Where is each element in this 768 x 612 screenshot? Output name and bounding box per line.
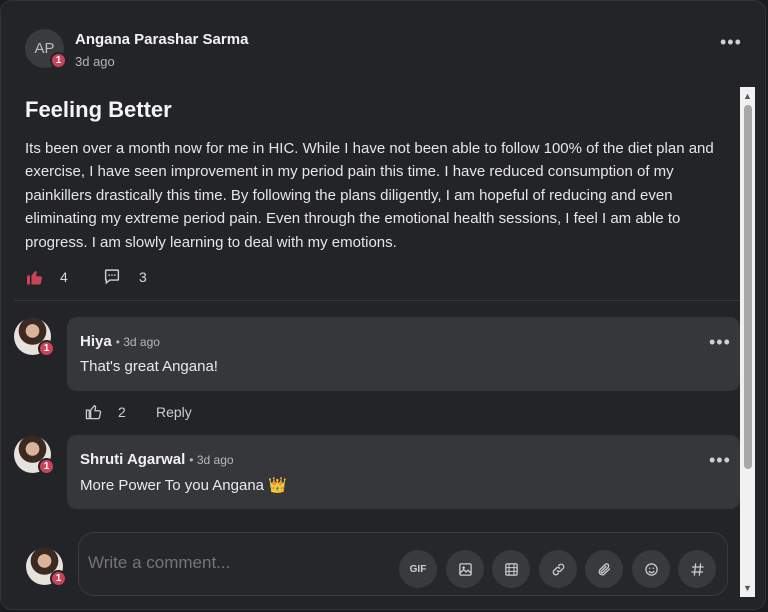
link-button[interactable] [539,550,577,588]
current-user-level-badge: 1 [50,570,67,587]
emoji-button[interactable] [632,550,670,588]
post-menu-icon[interactable]: ••• [720,33,742,51]
post-modal: AP 1 Angana Parashar Sarma 3d ago ••• Fe… [0,0,766,610]
comment-input[interactable] [88,553,388,573]
comment-icon [104,269,120,285]
attachment-button[interactable] [585,550,623,588]
comment-text: That's great Angana! [80,358,218,375]
scroll-up-icon[interactable]: ▲ [740,89,755,103]
video-button[interactable] [492,550,530,588]
commenter-level-badge: 1 [38,458,55,475]
image-icon [458,562,472,576]
film-icon [504,562,518,576]
gif-label: GIF [409,563,427,575]
commenter-name[interactable]: Hiya • 3d ago [80,333,160,350]
post-time: 3d ago [75,54,115,69]
commenter-name-text: Shruti Agarwal [80,451,186,468]
hashtag-icon [690,562,704,576]
thumbs-up-filled-icon [27,270,42,285]
scrollbar[interactable]: ▲ ▼ [740,87,755,597]
comment-like-button[interactable]: 2 [85,403,126,420]
comment-composer[interactable]: GIF [78,532,728,596]
commenter-name[interactable]: Shruti Agarwal • 3d ago [80,451,234,468]
gif-button[interactable]: GIF [399,550,437,588]
commenter-name-text: Hiya [80,333,112,350]
comment-text: More Power To you Angana 👑 [80,477,287,494]
comment-time: • 3d ago [189,453,234,467]
attachment-icon [598,562,610,575]
scroll-thumb[interactable] [744,105,752,469]
author-level-badge: 1 [50,52,67,69]
image-button[interactable] [446,550,484,588]
comment-menu-icon[interactable]: ••• [709,451,731,469]
divider [14,300,740,301]
post-like-button[interactable]: 4 [25,268,68,286]
thumbs-up-icon [85,404,102,420]
emoji-icon [644,562,658,576]
comment-bubble: Shruti Agarwal • 3d ago More Power To you… [67,435,740,509]
post-title: Feeling Better [25,97,172,122]
author-name[interactable]: Angana Parashar Sarma [75,31,248,48]
comment-like-count: 2 [118,403,126,420]
comment-time: • 3d ago [115,335,160,349]
hashtag-button[interactable] [678,550,716,588]
post-like-count: 4 [60,269,68,285]
post-comments-button[interactable]: 3 [103,268,147,285]
commenter-level-badge: 1 [38,340,55,357]
link-icon [552,563,564,575]
comment-menu-icon[interactable]: ••• [709,333,731,351]
reply-button[interactable]: Reply [156,404,192,420]
post-comment-count: 3 [139,268,147,285]
comment-bubble: Hiya • 3d ago That's great Angana! ••• [67,317,740,391]
post-body: Its been over a month now for me in HIC.… [25,140,714,251]
scroll-down-icon[interactable]: ▼ [740,581,755,595]
